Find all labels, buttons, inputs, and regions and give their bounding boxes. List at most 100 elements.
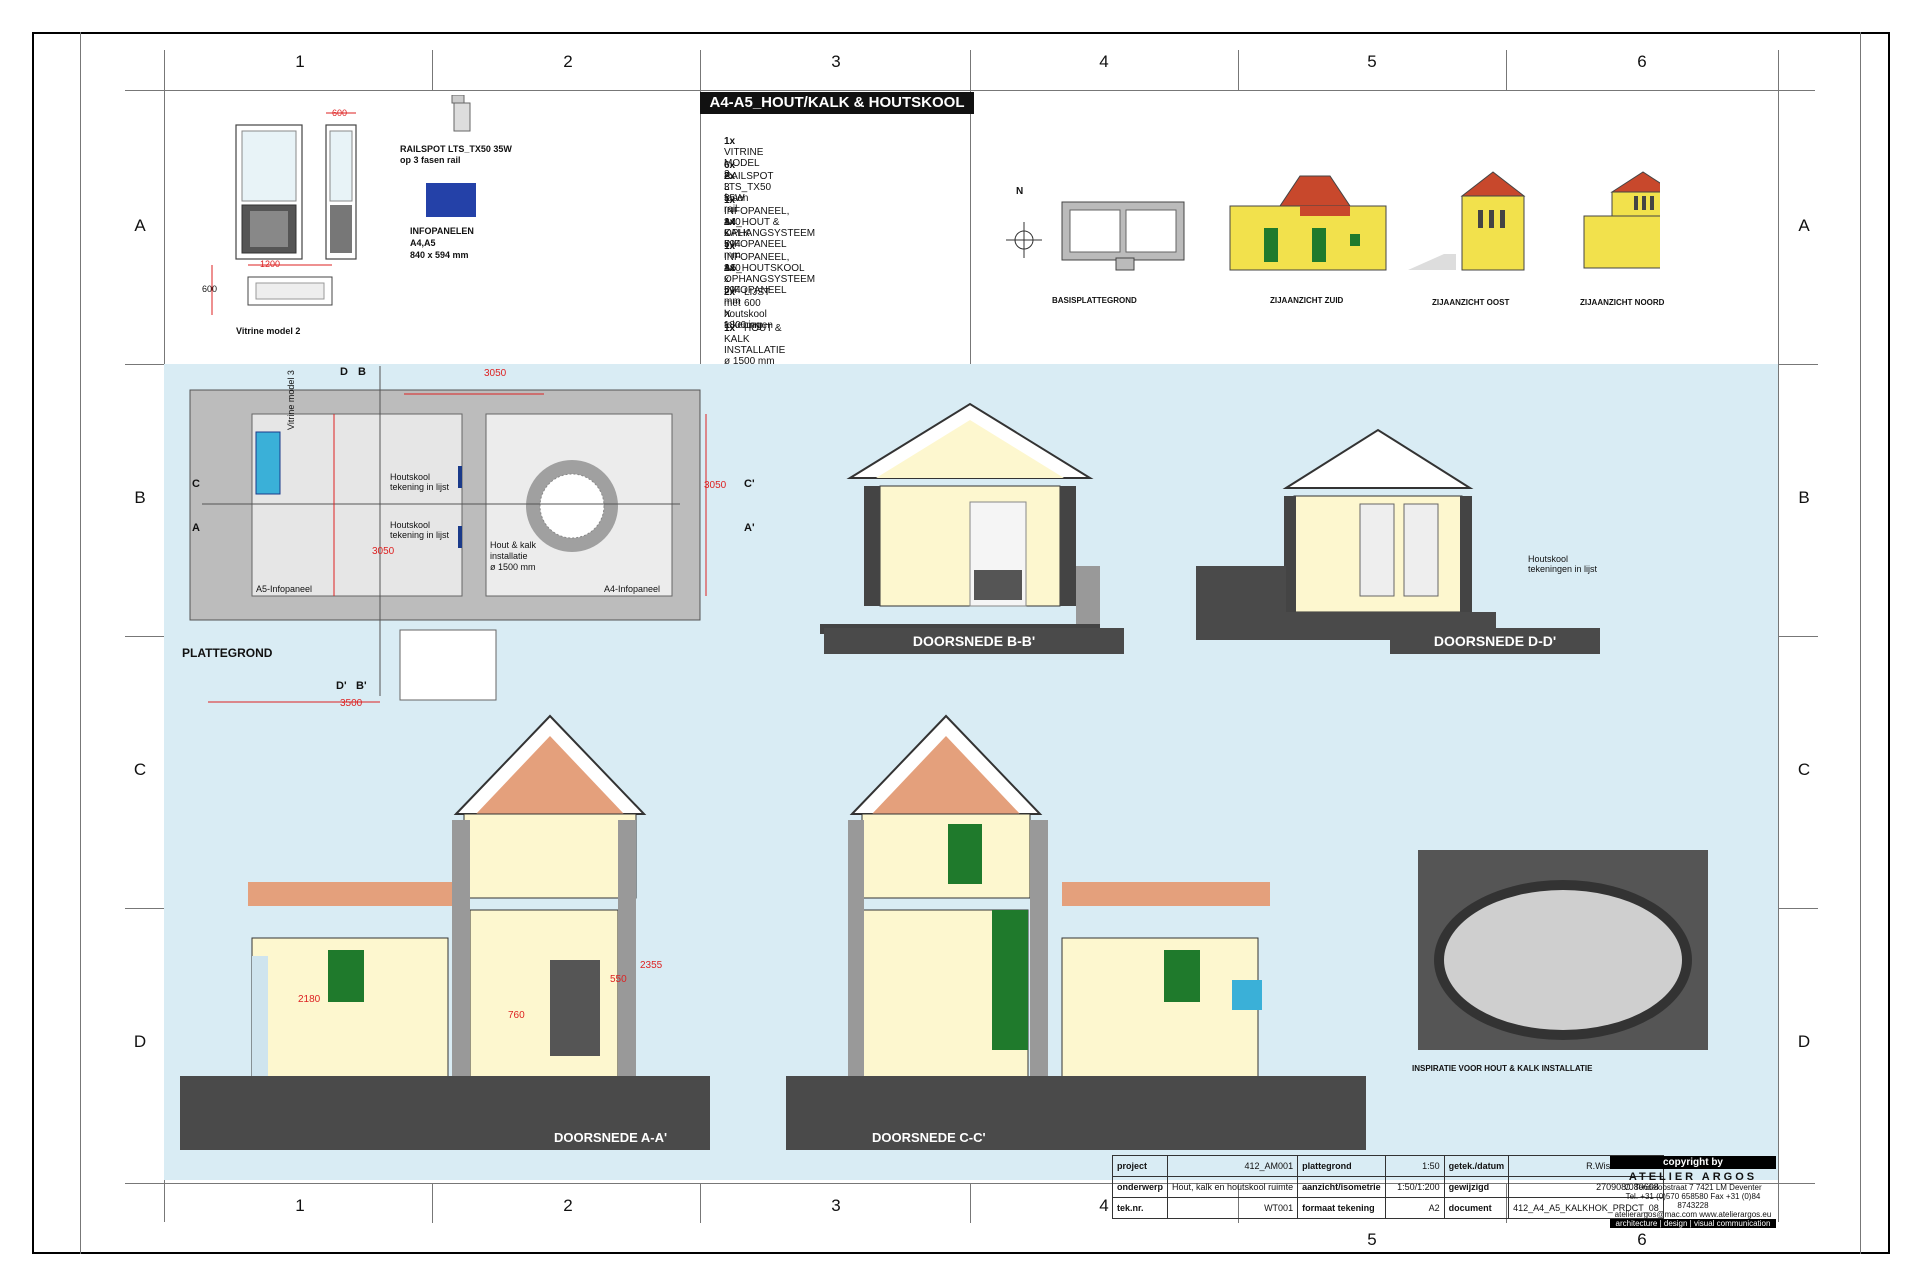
- grid-col-line: [1506, 50, 1507, 90]
- firm-web: atelierargos@mac.com www.atelierargos.eu: [1614, 1210, 1772, 1219]
- tb-label: aanzicht/isometrie: [1297, 1176, 1386, 1198]
- divider: [970, 90, 971, 364]
- label-basisplattegrond: BASISPLATTEGROND: [1052, 296, 1137, 305]
- grid-col-line: [432, 50, 433, 90]
- floor-plan: [189, 366, 707, 703]
- section-mark-a-prime: A': [744, 522, 755, 534]
- green-shutter: [328, 950, 364, 1002]
- grid-col-line: [432, 1183, 433, 1223]
- firm-tel: Tel. +31 (0)570 658580 Fax +31 (0)84 874…: [1625, 1192, 1761, 1210]
- item-qty: 1x: [724, 323, 736, 334]
- grid-row-label: D: [1797, 1032, 1811, 1051]
- section-cc-drawing: [786, 714, 1366, 1150]
- plan-houtskool-2b: tekening in lijst: [390, 530, 450, 540]
- tb-value: A2: [1384, 1197, 1445, 1219]
- charcoal-drawing-1: [1359, 503, 1395, 597]
- grid-col-line: [700, 1183, 701, 1223]
- section-dd-drawing: [1196, 428, 1496, 640]
- aa-dim-760: 760: [508, 1010, 525, 1021]
- tb-label: getek./datum: [1443, 1155, 1510, 1177]
- tb-label: project: [1111, 1155, 1169, 1177]
- grid-col-label: 3: [831, 1196, 841, 1215]
- grid-row-line: [1778, 908, 1818, 909]
- elevation-east: [1461, 195, 1525, 271]
- plan-a5-infopaneel: A5-Infopaneel: [256, 584, 313, 594]
- plan-dim-bottom: 3500: [340, 698, 363, 709]
- plan-houtskool-2: Houtskool: [390, 520, 431, 530]
- grid-col-label: 5: [1367, 1230, 1377, 1249]
- tb-value: 1:50/1:200: [1384, 1176, 1445, 1198]
- section-dd-label: DOORSNEDE D-D': [1390, 628, 1600, 654]
- plan-houtskool-1: Houtskool: [390, 472, 431, 482]
- grid-col-label: 6: [1637, 1230, 1647, 1249]
- grid-row-label: A: [1798, 216, 1810, 235]
- railspot-label: RAILSPOT LTS_TX50 35W: [400, 144, 512, 154]
- tb-label: tek.nr.: [1111, 1197, 1169, 1219]
- dd-note: Houtskool: [1528, 554, 1569, 564]
- info-panel-icon: [1232, 980, 1262, 1010]
- grid-border-right: [1860, 32, 1861, 1254]
- firm-address: C. Tendeloostraat 7 7421 LM Deventer: [1624, 1183, 1762, 1192]
- infopanelen-label: INFOPANELEN: [410, 226, 474, 236]
- grid-row-label: B: [1798, 488, 1810, 507]
- grid-col-line: [970, 50, 971, 90]
- grid-row-line: [125, 636, 165, 637]
- tb-value: WT001: [1167, 1197, 1299, 1219]
- charcoal-drawing-2: [1403, 503, 1439, 597]
- plan-houtskool-1b: tekening in lijst: [390, 482, 450, 492]
- north-label: N: [1016, 186, 1024, 197]
- railspot-icon: [453, 102, 471, 132]
- section-mark-d: D: [340, 366, 348, 378]
- grid-col-line: [700, 50, 701, 90]
- label-zijaanzicht-zuid: ZIJAANZICHT ZUID: [1270, 296, 1344, 305]
- tb-label: onderwerp: [1111, 1176, 1169, 1198]
- firm-tagline: architecture | design | visual communica…: [1610, 1219, 1776, 1228]
- dim-600-side: 600: [202, 284, 218, 294]
- item-qty: 2x: [724, 287, 736, 298]
- vitrine-plan: [255, 431, 281, 495]
- tb-value: Hout, kalk en houtskool ruimte: [1167, 1176, 1299, 1198]
- grid-row-line: [125, 364, 165, 365]
- copyright: copyright by: [1610, 1156, 1776, 1169]
- item-qty: 2x: [724, 171, 736, 182]
- dim-600: 600: [332, 108, 348, 118]
- tb-value: 1:50: [1384, 1155, 1445, 1177]
- installation-plan: [539, 473, 605, 539]
- plan-dim-top: 3050: [484, 368, 507, 379]
- item-qty: 6x: [724, 160, 736, 171]
- grid-row-line: [1778, 636, 1818, 637]
- grid-row-label: A: [134, 216, 146, 235]
- plan-installation-2: installatie: [490, 551, 528, 561]
- tb-label: plattegrond: [1297, 1155, 1386, 1177]
- vitrine-caption: Vitrine model 2: [236, 326, 301, 336]
- item-qty: 1x: [724, 217, 736, 228]
- plan-a4-infopaneel: A4-Infopaneel: [604, 584, 661, 594]
- railspot-sub: op 3 fasen rail: [400, 155, 461, 165]
- label-zijaanzicht-oost: ZIJAANZICHT OOST: [1432, 298, 1510, 307]
- section-mark-b: B: [358, 366, 366, 378]
- tb-label: gewijzigd: [1443, 1176, 1510, 1198]
- grid-col-label: 1: [295, 1196, 305, 1215]
- aa-dim-550: 550: [610, 974, 627, 985]
- grid-col-label: 5: [1367, 52, 1377, 71]
- divider: [700, 90, 701, 364]
- tb-value: 412_AM001: [1167, 1155, 1299, 1177]
- inspiration-photo: [1418, 850, 1708, 1050]
- grid-col-label: 4: [1099, 52, 1109, 71]
- grid-row-line: [1778, 364, 1818, 365]
- grid-col-label: 6: [1637, 52, 1647, 71]
- section-mark-c-prime: C': [744, 478, 755, 490]
- section-cc-label: DOORSNEDE C-C': [872, 1130, 986, 1145]
- label-zijaanzicht-noord: ZIJAANZICHT NOORD: [1580, 298, 1665, 307]
- grid-row-line: [125, 908, 165, 909]
- vitrine-drawings: [211, 95, 476, 315]
- grid-col-line: [1238, 50, 1239, 90]
- infopanelen-size: 840 x 594 mm: [410, 250, 469, 260]
- photo-caption: INSPIRATIE VOOR HOUT & KALK INSTALLATIE: [1412, 1064, 1593, 1073]
- item-qty: 1x: [724, 263, 736, 274]
- section-mark-c: C: [192, 478, 200, 490]
- aa-dim-2355: 2355: [640, 960, 663, 971]
- dim-1200: 1200: [260, 259, 281, 269]
- tb-label: document: [1443, 1197, 1510, 1219]
- grid-col-label: 2: [563, 1196, 573, 1215]
